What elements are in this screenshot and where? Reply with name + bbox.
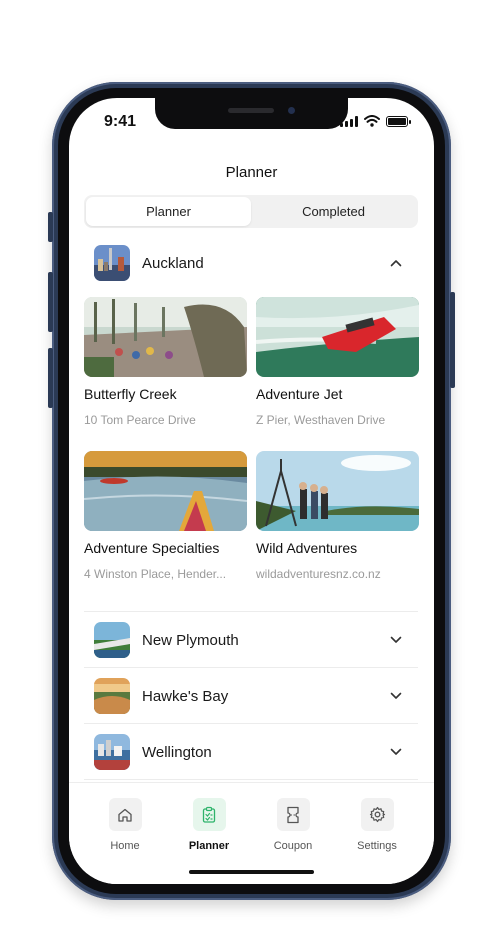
bottom-tab-bar: Home Planner Coupon Settings bbox=[69, 782, 434, 884]
kayak-photo bbox=[84, 451, 247, 531]
tab-planner[interactable]: Planner bbox=[86, 197, 251, 226]
tab-home[interactable]: Home bbox=[90, 798, 160, 852]
volume-up-button bbox=[48, 272, 53, 332]
hawkes-bay-thumb bbox=[94, 678, 130, 714]
city-name: New Plymouth bbox=[142, 631, 239, 649]
coupon-icon bbox=[276, 798, 310, 831]
status-time: 9:41 bbox=[104, 113, 137, 130]
home-indicator bbox=[189, 870, 314, 874]
front-camera bbox=[288, 107, 295, 114]
place-address: Z Pier, Westhaven Drive bbox=[256, 413, 386, 427]
city-name: Hawke's Bay bbox=[142, 687, 229, 705]
tab-label: Planner bbox=[188, 840, 230, 852]
status-icons bbox=[340, 115, 411, 127]
place-address: 4 Winston Place, Hender... bbox=[84, 567, 227, 581]
page-title: Planner bbox=[225, 164, 278, 181]
chevron-down-icon[interactable] bbox=[384, 628, 408, 652]
app-screen: 9:41 Planner Planner Completed Auckland … bbox=[69, 98, 434, 884]
volume-down-button bbox=[48, 348, 53, 408]
power-button bbox=[450, 292, 455, 388]
chevron-up-icon[interactable] bbox=[384, 251, 408, 275]
gear-icon bbox=[360, 798, 394, 831]
place-card-adventure-jet[interactable]: Adventure Jet Z Pier, Westhaven Drive bbox=[256, 297, 419, 427]
jet-boat-photo bbox=[256, 297, 419, 377]
signal-icon bbox=[340, 115, 358, 127]
chevron-down-icon[interactable] bbox=[384, 684, 408, 708]
tab-label: Home bbox=[110, 840, 140, 852]
city-name: Auckland bbox=[142, 254, 204, 272]
wifi-icon bbox=[364, 115, 380, 127]
planner-icon bbox=[192, 798, 226, 831]
earpiece-speaker bbox=[228, 108, 274, 113]
home-icon bbox=[108, 798, 142, 831]
chevron-down-icon[interactable] bbox=[384, 740, 408, 764]
city-row-auckland[interactable]: Auckland bbox=[84, 235, 418, 291]
place-card-adventure-specialties[interactable]: Adventure Specialties 4 Winston Place, H… bbox=[84, 451, 247, 581]
tab-label: Settings bbox=[357, 840, 397, 852]
city-row-hawkes-bay[interactable]: Hawke's Bay bbox=[84, 668, 418, 724]
tab-settings-nav[interactable]: Settings bbox=[342, 798, 412, 852]
place-card-wild-adventures[interactable]: Wild Adventures wildadventuresnz.co.nz bbox=[256, 451, 419, 581]
wellington-thumb bbox=[94, 734, 130, 770]
place-title: Adventure Specialties bbox=[84, 540, 220, 556]
place-title: Adventure Jet bbox=[256, 386, 343, 402]
tab-planner-nav[interactable]: Planner bbox=[174, 798, 244, 852]
tab-coupon[interactable]: Coupon bbox=[258, 798, 328, 852]
divider bbox=[84, 779, 418, 780]
city-row-new-plymouth[interactable]: New Plymouth bbox=[84, 612, 418, 668]
notch bbox=[155, 98, 348, 129]
battery-icon bbox=[386, 115, 411, 127]
mute-switch bbox=[48, 212, 53, 242]
new-plymouth-thumb bbox=[94, 622, 130, 658]
place-card-butterfly-creek[interactable]: Butterfly Creek 10 Tom Pearce Drive bbox=[84, 297, 247, 427]
place-title: Wild Adventures bbox=[256, 540, 358, 556]
hikers-photo bbox=[256, 451, 419, 531]
city-row-wellington[interactable]: Wellington bbox=[84, 724, 418, 780]
tab-label: Coupon bbox=[273, 840, 313, 852]
auckland-thumb bbox=[94, 245, 130, 281]
city-name: Wellington bbox=[142, 743, 212, 761]
butterfly-creek-photo bbox=[84, 297, 247, 377]
tab-completed[interactable]: Completed bbox=[251, 197, 416, 226]
place-address: wildadventuresnz.co.nz bbox=[256, 567, 381, 581]
place-title: Butterfly Creek bbox=[84, 386, 177, 402]
segmented-control: Planner Completed bbox=[84, 195, 418, 228]
place-address: 10 Tom Pearce Drive bbox=[84, 413, 196, 427]
